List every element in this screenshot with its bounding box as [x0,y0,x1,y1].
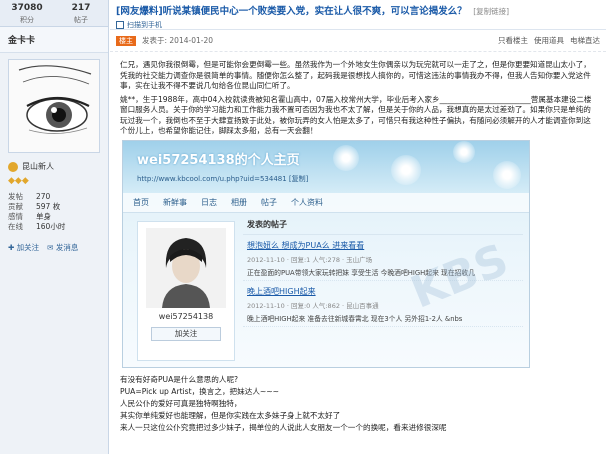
copy-link-button[interactable]: [复制链接] [473,7,509,16]
message-button[interactable]: ✉ 发消息 [47,242,78,253]
info-row: 贡献 597 枚 [8,202,100,212]
embed-url: http://www.kbcool.com/u.php?uid=534481 [… [137,174,309,183]
info-row: 感情 单身 [8,212,100,222]
info-value: 160小时 [36,222,66,231]
qr-code-icon [116,21,124,29]
only-op-link[interactable]: 只看楼主 [498,35,528,46]
info-row: 发帖 270 [8,192,100,202]
person-avatar-image [146,227,226,308]
post-paragraph: 姚**，生于1988年，高中04入校就读贵被知名霍山高中，07届入校常州大学，毕… [120,94,592,136]
stat-points-label: 积分 [20,16,34,24]
embed-nav-item: 新鲜事 [163,197,187,207]
post-body: 仁兄，遇见你我很倒霉，但是可能你会更倒霉一些。虽然我作为一个外地女生你偶亲以为玩… [110,52,606,137]
username[interactable]: 金卡卡 [0,27,108,53]
embed-nav: 首页 新鲜事 日志 相册 帖子 个人资料 [123,192,529,213]
user-actions: ✚ 加关注 ✉ 发消息 [0,236,108,259]
embed-username: wei57254138 [158,311,214,321]
post-paragraph: 仁兄，遇见你我很倒霉，但是可能你会更倒霉一些。虽然我作为一个外地女生你偶亲以为玩… [120,60,591,90]
thread-title-bar: [网友爆料]听说某镇便民中心一个败类要入党，实在让人很不爽，可以言论揭发么？ [… [110,0,606,30]
post-line: PUA=Pick up Artist，换言之，把妹达人~~~ [120,386,280,396]
embed-nav-item: 相册 [231,197,247,207]
embed-nav-item: 首页 [133,197,149,207]
qr-scan-label: 扫描到手机 [127,21,162,29]
anime-eye-avatar-image [9,60,99,152]
embed-avatar [146,227,226,308]
use-tool-link[interactable]: 使用道具 [534,35,564,46]
info-key: 感情 [8,212,23,221]
dandelion-decoration [391,154,421,185]
follow-label: 加关注 [16,243,40,252]
user-sidebar: 37080 积分 217 帖子 金卡卡 昆山新人 ◆◆◆ 发帖 270 贡献 5… [0,0,109,454]
post-line: 有没有好奇PUA是什么意思的人呢? [120,374,239,384]
thread-main: [网友爆料]听说某镇便民中心一个败类要入党，实在让人很不爽，可以言论揭发么？ [… [110,0,606,454]
level-label: 昆山新人 [22,162,54,171]
info-value: 单身 [36,212,51,221]
info-row: 在线 160小时 [8,222,100,232]
embedded-screenshot: wei57254138的个人主页 http://www.kbcool.com/u… [122,139,530,368]
op-badge: 楼主 [116,35,136,46]
post-line: 其实你单纯爱好也能理解，但是你实践在太多妹子身上就不太好了 [120,410,341,420]
stat-posts-label: 帖子 [74,16,88,24]
rank-stars-icon: ◆◆◆ [8,176,29,186]
embed-user-card: wei57254138 加关注 [137,220,235,361]
user-stats: 37080 积分 217 帖子 [0,0,108,27]
embed-post-meta: 2012-11-10 · 回复:0 人气:862 · 昆山百事通 [247,301,379,310]
stat-points[interactable]: 37080 积分 [0,0,54,26]
info-value: 597 枚 [36,202,61,211]
dandelion-decoration [493,160,521,189]
post-meta-links: 只看楼主 使用道具 电梯直达 [498,35,600,46]
post-time: 发表于: 2014-01-20 [142,36,213,45]
embed-page-title: wei57254138的个人主页 [137,152,300,168]
stat-points-value: 37080 [11,3,43,13]
qr-scan-link[interactable]: 扫描到手机 [116,20,600,30]
dandelion-decoration [453,140,475,163]
info-key: 在线 [8,222,23,231]
embed-post-excerpt: 晚上酒吧HIGH起来 准备去往新城春霄北 现在3个人 另外招1-2人 &nbs [247,314,463,323]
avatar[interactable] [8,59,100,153]
embed-follow-button: 加关注 [151,326,221,341]
jump-to-floor-link[interactable]: 电梯直达 [570,35,600,46]
stat-posts-value: 217 [71,3,91,13]
dandelion-decoration [333,144,359,171]
thread-title[interactable]: [网友爆料]听说某镇便民中心一个败类要入党，实在让人很不爽，可以言论揭发么？ [116,6,467,17]
post-meta-bar: 楼主 发表于: 2014-01-20 只看楼主 使用道具 电梯直达 [110,30,606,52]
post-line: 人民公仆的爱好可真是独特啊独特， [120,398,242,408]
follow-button[interactable]: ✚ 加关注 [8,242,39,253]
embed-nav-item: 帖子 [261,197,277,207]
stat-posts[interactable]: 217 帖子 [54,0,108,26]
post-continuation: 有没有好奇PUA是什么意思的人呢? PUA=Pick up Artist，换言之… [110,372,606,436]
user-info: 发帖 270 贡献 597 枚 感情 单身 在线 160小时 [0,188,108,236]
info-key: 贡献 [8,202,23,211]
embed-nav-item: 日志 [201,197,217,207]
user-level: 昆山新人 [0,159,108,174]
info-key: 发帖 [8,192,23,201]
embed-header: wei57254138的个人主页 http://www.kbcool.com/u… [123,140,529,193]
info-value: 270 [36,192,51,201]
embed-posts-header: 发表的帖子 [243,215,523,235]
level-badge-icon [8,161,18,172]
embed-nav-item: 个人资料 [291,197,323,207]
message-label: 发消息 [55,243,79,252]
post-line: 来人一只这位公仆究竟把过多少妹子，揭单位的人说此人女朋友一个一个的换呢，看来进修… [120,422,447,432]
